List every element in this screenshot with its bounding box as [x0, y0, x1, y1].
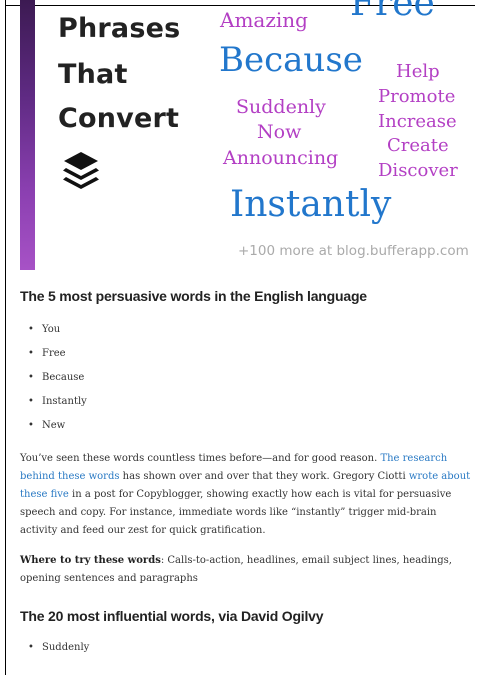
word-discover: Discover	[378, 160, 458, 181]
where-to-try-label: Where to try these words	[20, 555, 161, 566]
word-increase: Increase	[378, 111, 457, 132]
hero-title-line-3: Convert	[58, 103, 180, 134]
section-heading-ogilvy: The 20 most influential words, via David…	[20, 608, 324, 624]
where-to-try-paragraph: Where to try these words: Calls-to-actio…	[20, 555, 452, 584]
word-because: Because	[219, 40, 363, 80]
layers-icon	[63, 152, 99, 189]
list-item: New	[20, 414, 475, 438]
hero-image: Phrases That Convert Amazing Free Becaus…	[0, 0, 478, 272]
article-body: The 5 most persuasive words in the Engli…	[20, 288, 475, 660]
word-create: Create	[387, 135, 449, 156]
hero-more-caption: +100 more at blog.bufferapp.com	[238, 243, 469, 259]
hero-title-line-2: That	[58, 59, 128, 90]
word-promote: Promote	[378, 86, 456, 107]
word-free: Free	[350, 0, 435, 24]
ogilvy-words-list: Suddenly	[20, 636, 475, 660]
list-item: Suddenly	[20, 636, 475, 660]
hero-title-line-1: Phrases	[58, 13, 181, 44]
intro-paragraph: You’ve seen these words countless times …	[20, 453, 471, 536]
section-heading-persuasive: The 5 most persuasive words in the Engli…	[20, 288, 367, 304]
word-now: Now	[257, 121, 302, 143]
list-item: Instantly	[20, 390, 475, 414]
word-instantly: Instantly	[230, 184, 392, 225]
list-item: You	[20, 318, 475, 342]
word-help: Help	[396, 61, 440, 82]
word-suddenly: Suddenly	[236, 96, 326, 118]
accent-bar	[20, 0, 35, 270]
list-item: Because	[20, 366, 475, 390]
persuasive-words-list: You Free Because Instantly New	[20, 318, 475, 438]
word-announcing: Announcing	[223, 147, 339, 169]
word-amazing: Amazing	[220, 8, 308, 32]
list-item: Free	[20, 342, 475, 366]
